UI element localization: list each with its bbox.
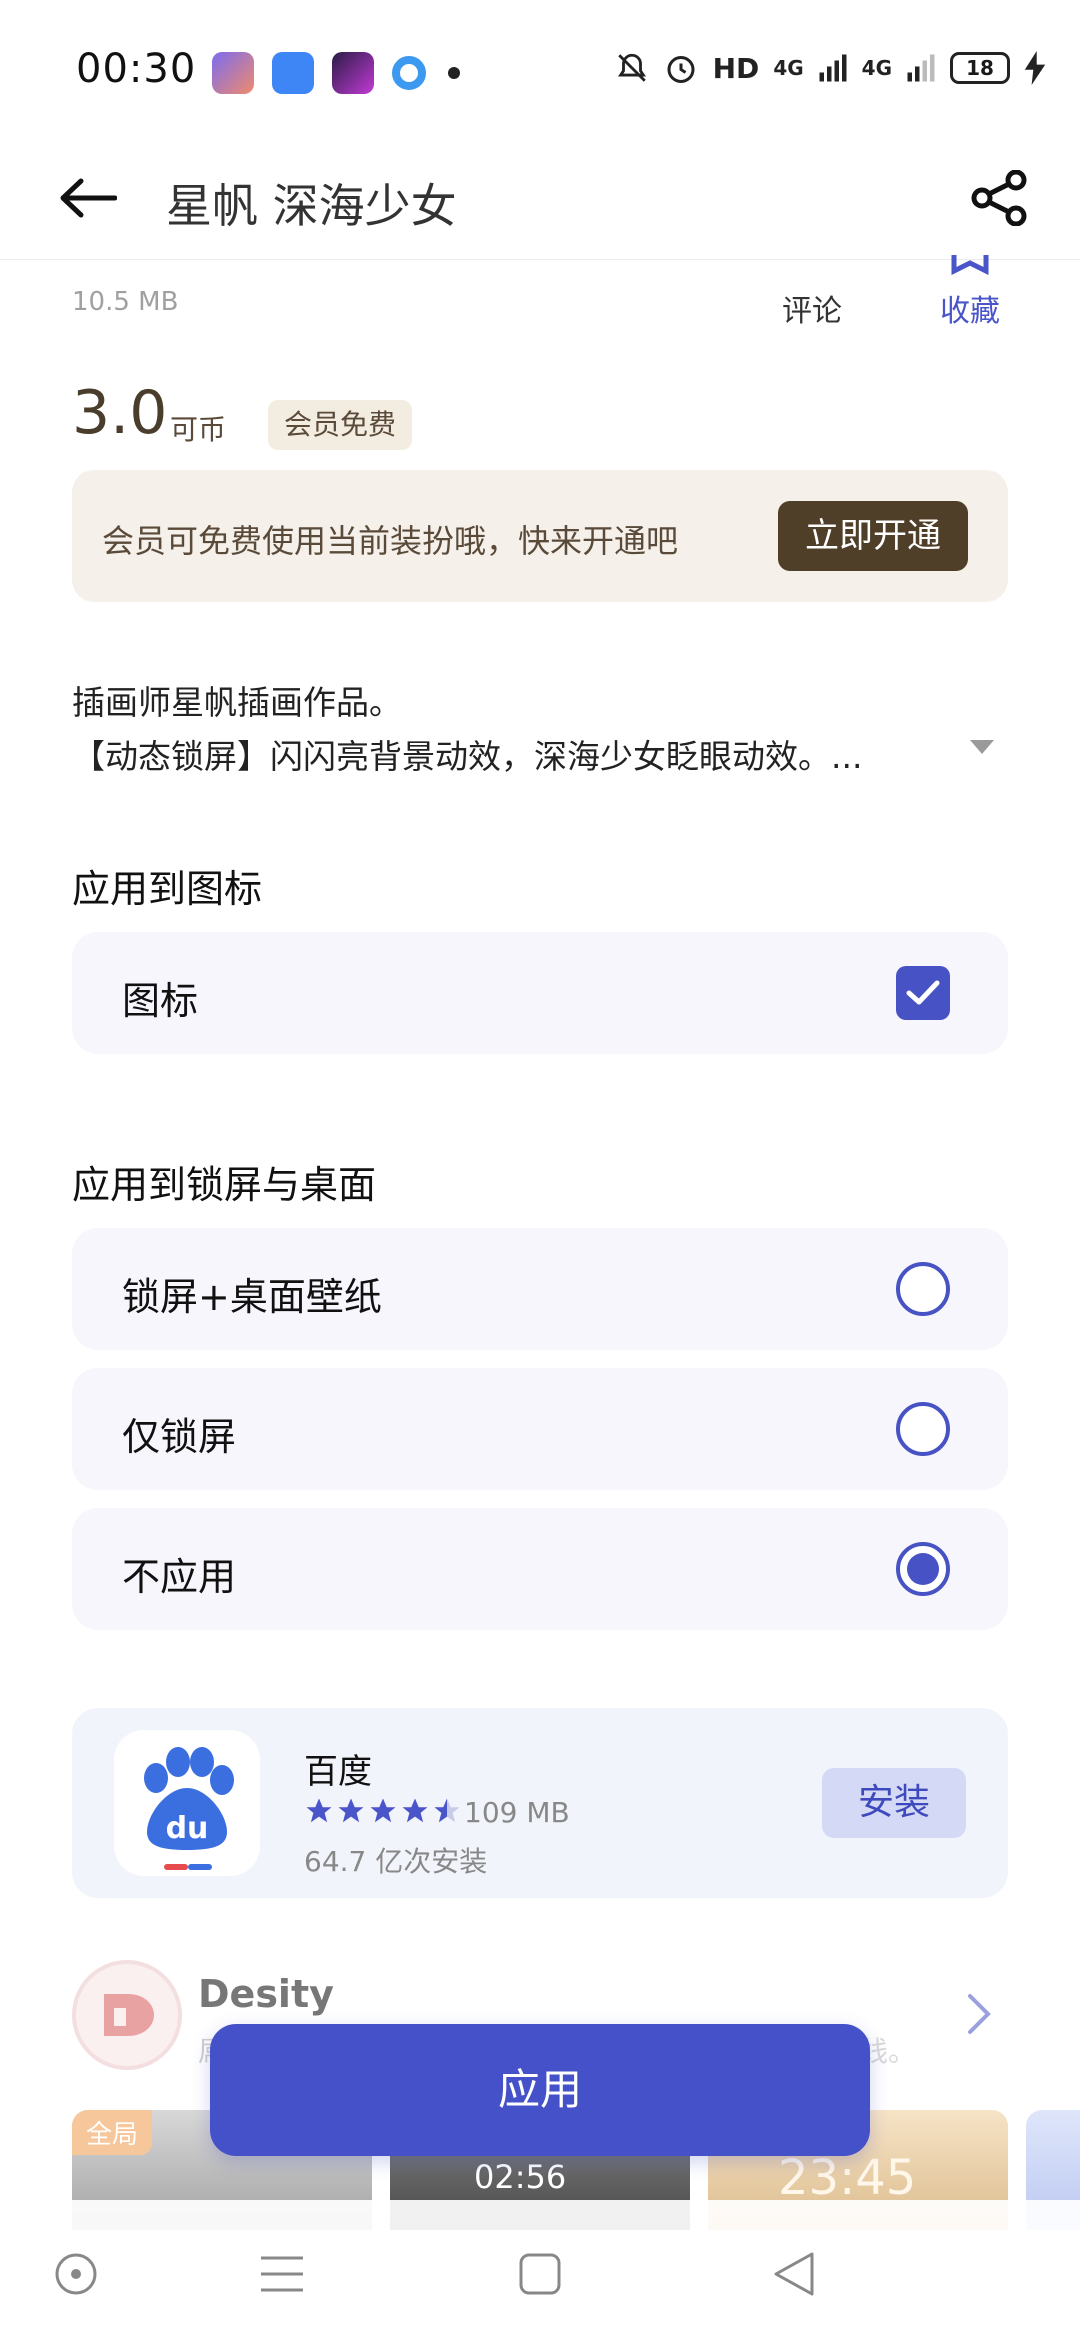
option-label: 仅锁屏 [122,1415,237,1459]
signal-icon [819,54,847,82]
desity-title: Desity [198,1972,334,2016]
star-half-icon [434,1798,460,1823]
alarm-icon [667,56,695,83]
radio-do-not-apply[interactable] [896,1542,950,1596]
back-button[interactable] [48,158,128,238]
circle-dot-icon [55,2253,97,2295]
mute-bell-icon [617,53,646,82]
app-rating-stars [304,1796,462,1826]
lockscreen-section-title: 应用到锁屏与桌面 [72,1163,377,1207]
app-title: 百度 [304,1752,372,1792]
file-size: 10.5 MB [72,287,179,317]
status-bar: 00:30 HD 4G 4G 18 [0,0,1080,140]
radio-lock-and-desktop[interactable] [896,1262,950,1316]
back-nav-button[interactable] [754,2234,834,2314]
app-size: 109 MB [464,1796,570,1829]
icon-checkbox[interactable] [896,966,950,1020]
system-navigation-bar [0,2200,1080,2340]
description-line-1: 插画师星帆插画作品。 [72,683,402,722]
option-label: 不应用 [122,1555,237,1599]
browser-app-icon [392,56,426,90]
checkmark-icon [906,980,940,1005]
option-lock-and-desktop[interactable]: 锁屏+桌面壁纸 [72,1228,1008,1350]
icon-option-row[interactable]: 图标 [72,932,1008,1054]
status-indicators: HD 4G 4G 18 [615,50,1046,86]
description-line-2: 【动态锁屏】闪闪亮背景动效，深海少女眨眼动效。... [72,737,863,776]
app-notification-icon [212,52,254,94]
network-4g-2: 4G [861,56,892,80]
member-free-badge: 会员免费 [268,400,413,450]
radio-lock-only[interactable] [896,1402,950,1456]
share-icon [971,170,1027,226]
price-value: 3.0 [72,378,168,448]
share-button[interactable] [960,158,1040,238]
app-header: 星帆 深海少女 [0,140,1080,260]
baidu-app-icon: du [114,1730,260,1876]
apply-button[interactable]: 应用 [210,2024,870,2156]
notification-icons [212,52,460,94]
star-full-icon [306,1798,332,1823]
menu-icon [261,2256,303,2292]
cloud-app-icon [272,52,314,94]
arrow-left-icon [60,178,117,218]
option-do-not-apply[interactable]: 不应用 [72,1508,1008,1630]
charging-icon [1024,51,1046,85]
status-time: 00:30 [76,46,197,92]
hd-indicator: HD [712,51,760,85]
network-4g-1: 4G [773,56,804,80]
home-nav-button[interactable] [500,2234,580,2314]
assistant-nav-button[interactable] [36,2234,116,2314]
favorite-button[interactable]: 收藏 [940,286,1000,330]
square-home-icon [519,2253,561,2295]
icon-section-title: 应用到图标 [72,867,263,911]
desity-logo [72,1960,182,2070]
global-badge: 全局 [72,2110,153,2155]
star-full-icon [370,1798,396,1823]
menu-nav-button[interactable] [242,2234,322,2314]
video-app-icon [332,52,374,94]
more-notifications-icon [448,67,460,79]
expand-description-icon[interactable] [970,740,994,756]
star-full-icon [402,1798,428,1823]
baidu-paw-icon: du [144,1747,234,1870]
preview-time: 02:56 [474,2158,567,2196]
vip-banner-text: 会员可免费使用当前装扮哦，快来开通吧 [102,522,679,560]
option-lock-only[interactable]: 仅锁屏 [72,1368,1008,1490]
icon-option-label: 图标 [122,979,199,1023]
signal-icon-2 [907,54,935,82]
star-icon [951,255,989,275]
comment-button[interactable]: 评论 [782,286,842,330]
preview-time: 23:45 [778,2150,917,2206]
option-label: 锁屏+桌面壁纸 [122,1275,382,1319]
star-full-icon [338,1798,364,1823]
app-recommendation-card[interactable]: du 百度 109 MB 64.7 亿次安装 安装 [72,1708,1008,1898]
chevron-right-icon[interactable] [962,1992,996,2036]
app-install-count: 64.7 亿次安装 [304,1845,488,1878]
page-title: 星帆 深海少女 [166,179,457,233]
vip-banner: 会员可免费使用当前装扮哦，快来开通吧 立即开通 [72,470,1008,602]
install-button[interactable]: 安装 [822,1768,966,1838]
svg-text:du: du [166,1811,209,1846]
open-vip-button[interactable]: 立即开通 [778,501,968,571]
desity-logo-icon [104,1994,154,2036]
battery-indicator: 18 [950,52,1010,84]
triangle-back-icon [774,2252,814,2296]
price-unit: 可币 [170,413,227,446]
